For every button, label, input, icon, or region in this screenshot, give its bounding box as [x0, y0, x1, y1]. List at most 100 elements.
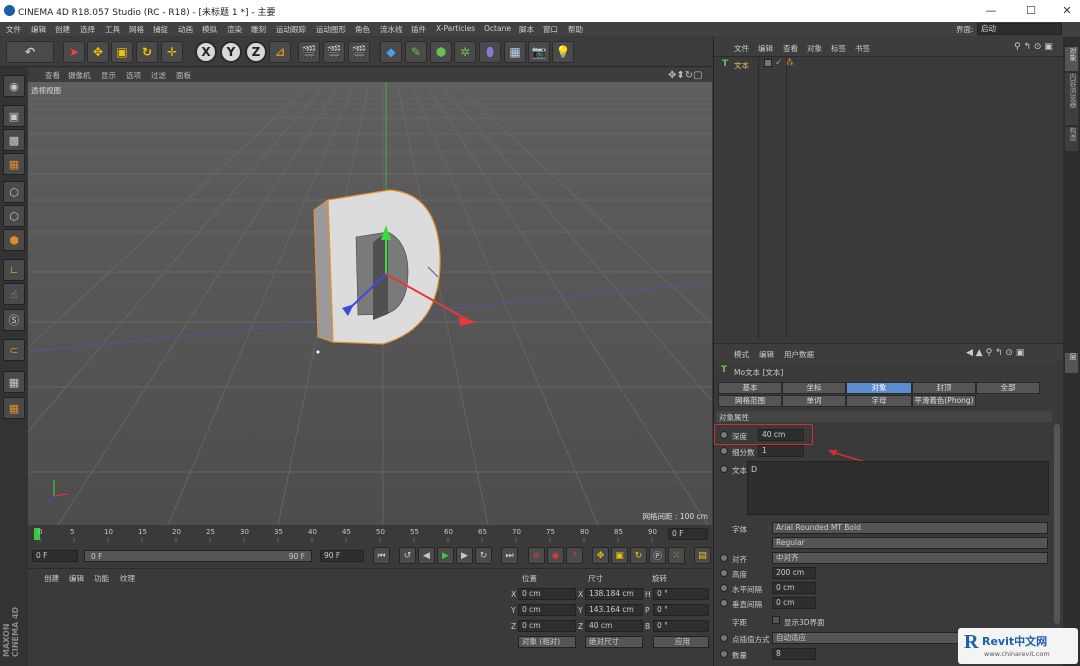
- viewport-nav-icons[interactable]: ✥⬍↻▢: [668, 70, 703, 81]
- object-name[interactable]: 文本: [734, 60, 749, 71]
- size-y-field[interactable]: 143.164 cm: [585, 604, 643, 616]
- menu-script[interactable]: 脚本: [519, 24, 534, 35]
- vspace-field[interactable]: 0 cm: [772, 597, 816, 609]
- frame-range-slider[interactable]: 0 F 90 F: [84, 550, 312, 562]
- om-menu-file[interactable]: 文件: [734, 43, 749, 54]
- rot-p-field[interactable]: 0 °: [653, 604, 709, 616]
- z-axis-lock-button[interactable]: Z: [245, 41, 267, 63]
- layout-select[interactable]: 启动: [977, 23, 1062, 35]
- scale-tool-button[interactable]: ▣: [111, 41, 133, 63]
- subdivision-surface-button[interactable]: ⬢: [430, 41, 452, 63]
- key-position-button[interactable]: ✥: [592, 547, 609, 564]
- subdivision-keyframe-radio[interactable]: [720, 447, 728, 455]
- undo-button[interactable]: ↶: [6, 41, 54, 63]
- menu-x-particles[interactable]: X-Particles: [436, 24, 475, 33]
- material-menu-function[interactable]: 功能: [94, 573, 109, 584]
- menu-window[interactable]: 窗口: [543, 24, 558, 35]
- next-frame-button[interactable]: ▶: [456, 547, 473, 564]
- menu-create[interactable]: 创建: [55, 24, 70, 35]
- tab-phong[interactable]: 平滑着色(Phong): [912, 395, 976, 407]
- end-frame-field[interactable]: 90 F: [320, 550, 364, 562]
- key-rotation-button[interactable]: ↻: [630, 547, 647, 564]
- align-keyframe-radio[interactable]: [720, 554, 728, 562]
- lock-workplane-button[interactable]: ▦: [3, 371, 25, 393]
- text-object-d[interactable]: [313, 189, 441, 345]
- show-3d-checkbox[interactable]: [772, 616, 780, 624]
- menu-pipeline[interactable]: 流水线: [380, 24, 403, 35]
- side-tab-layers[interactable]: 层: [1065, 353, 1078, 373]
- go-to-end-button[interactable]: ⏭: [501, 547, 518, 564]
- axis-mode-button[interactable]: ∟: [3, 259, 25, 281]
- transform-tool-button[interactable]: ✛: [161, 41, 183, 63]
- align-select[interactable]: 中对齐: [772, 552, 1048, 564]
- side-tab-structure[interactable]: 构造: [1065, 127, 1078, 151]
- maximize-button[interactable]: ☐: [1021, 2, 1041, 20]
- hspace-field[interactable]: 0 cm: [772, 582, 816, 594]
- menu-animate[interactable]: 动画: [178, 24, 193, 35]
- object-row-text[interactable]: T 文本 ✓ ⁂: [722, 58, 842, 71]
- edges-mode-button[interactable]: ⬡: [3, 205, 25, 227]
- viewport-menu-filter[interactable]: 过滤: [151, 70, 166, 81]
- render-view-button[interactable]: 🎬: [298, 41, 320, 63]
- render-settings-button[interactable]: 🎬: [348, 41, 370, 63]
- y-axis-lock-button[interactable]: Y: [220, 41, 242, 63]
- cloner-button[interactable]: ✲: [454, 41, 476, 63]
- menu-snap[interactable]: 捕捉: [153, 24, 168, 35]
- enabled-check-icon[interactable]: ✓: [775, 58, 783, 68]
- previous-key-button[interactable]: ↺: [399, 547, 416, 564]
- viewport-menu-cameras[interactable]: 摄像机: [68, 70, 91, 81]
- key-scale-button[interactable]: ▣: [611, 547, 628, 564]
- height-field[interactable]: 200 cm: [772, 567, 816, 579]
- interp-keyframe-radio[interactable]: [720, 634, 728, 642]
- viewport-menu-panel[interactable]: 面板: [176, 70, 191, 81]
- text-keyframe-radio[interactable]: [720, 465, 728, 473]
- tweak-mode-button[interactable]: ☝: [3, 283, 25, 305]
- cube-object-button[interactable]: ◆: [380, 41, 402, 63]
- rot-b-field[interactable]: 0 °: [653, 620, 709, 632]
- menu-file[interactable]: 文件: [6, 24, 21, 35]
- om-menu-objects[interactable]: 对象: [807, 43, 822, 54]
- menu-edit[interactable]: 编辑: [31, 24, 46, 35]
- material-menu-create[interactable]: 创建: [44, 573, 59, 584]
- hspace-keyframe-radio[interactable]: [720, 584, 728, 592]
- tab-words[interactable]: 单词: [782, 395, 846, 407]
- height-keyframe-radio[interactable]: [720, 569, 728, 577]
- timeline-ruler[interactable]: 0 5 10 15 20 25 30 35 40 45 50 55 60 65 …: [28, 526, 712, 542]
- viewport-menu-display[interactable]: 显示: [101, 70, 116, 81]
- move-tool-button[interactable]: ✥: [87, 41, 109, 63]
- om-menu-tags[interactable]: 标签: [831, 43, 846, 54]
- rotate-tool-button[interactable]: ↻: [136, 41, 158, 63]
- font-style-select[interactable]: Regular: [772, 537, 1048, 549]
- timeline-window-button[interactable]: ▤: [694, 547, 711, 564]
- menu-help[interactable]: 帮助: [568, 24, 583, 35]
- points-mode-button[interactable]: ⬡: [3, 181, 25, 203]
- minimize-button[interactable]: —: [981, 2, 1001, 20]
- live-selection-button[interactable]: ➤: [63, 41, 85, 63]
- side-tab-content-browser[interactable]: 内容浏览器: [1065, 73, 1078, 125]
- menu-character[interactable]: 角色: [355, 24, 370, 35]
- menu-select[interactable]: 选择: [80, 24, 95, 35]
- tab-object[interactable]: 对象: [846, 382, 912, 394]
- apply-button[interactable]: 应用: [653, 636, 709, 648]
- workplane-mode-button[interactable]: ▦: [3, 153, 25, 175]
- model-mode-button[interactable]: ▣: [3, 105, 25, 127]
- count-keyframe-radio[interactable]: [720, 650, 728, 658]
- coord-mode-select[interactable]: 对象 (相对): [518, 636, 576, 648]
- texture-mode-button[interactable]: ▩: [3, 129, 25, 151]
- rot-h-field[interactable]: 0 °: [653, 588, 709, 600]
- key-pla-button[interactable]: ⁙: [668, 547, 685, 564]
- tab-letters[interactable]: 字母: [846, 395, 912, 407]
- make-editable-button[interactable]: ◉: [3, 75, 25, 97]
- planar-workplane-button[interactable]: ▦: [3, 397, 25, 419]
- pos-x-field[interactable]: 0 cm: [518, 588, 576, 600]
- size-x-field[interactable]: 138.184 cm: [585, 588, 643, 600]
- menu-tools[interactable]: 工具: [105, 24, 120, 35]
- render-picture-viewer-button[interactable]: 🎬: [323, 41, 345, 63]
- menu-render[interactable]: 渲染: [227, 24, 242, 35]
- coordinate-system-button[interactable]: ⊿: [269, 41, 291, 63]
- size-mode-select[interactable]: 绝对尺寸: [585, 636, 643, 648]
- menu-motion-tracking[interactable]: 运动跟踪: [276, 24, 306, 35]
- close-button[interactable]: ✕: [1057, 2, 1077, 20]
- am-menu-edit[interactable]: 编辑: [759, 349, 774, 360]
- menu-octane[interactable]: Octane: [484, 24, 511, 33]
